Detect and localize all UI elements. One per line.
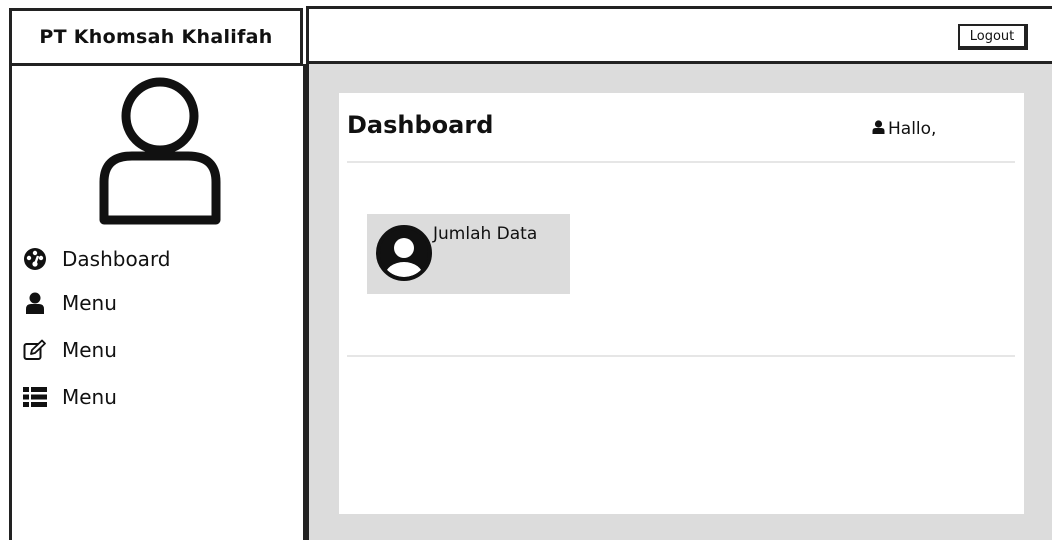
edit-icon — [22, 337, 48, 363]
stat-card-label: Jumlah Data — [433, 224, 538, 244]
page-title: Dashboard — [347, 111, 494, 139]
dashboard-gauge-icon — [22, 246, 48, 272]
sidebar-item-label: Menu — [62, 385, 117, 409]
user-avatar-icon — [92, 74, 228, 230]
list-icon — [22, 384, 48, 410]
user-icon — [22, 290, 48, 316]
greeting: Hallo, — [872, 119, 936, 139]
user-icon — [872, 119, 885, 139]
logout-button[interactable]: Logout — [958, 24, 1028, 50]
dashboard-panel: Dashboard Hallo, Jumlah Data — [339, 93, 1024, 514]
sidebar-item-menu-list[interactable]: Menu — [22, 382, 117, 412]
company-name: PT Khomsah Khalifah — [39, 26, 273, 48]
user-circle-icon — [375, 224, 433, 286]
sidebar-item-menu-user[interactable]: Menu — [22, 288, 117, 318]
sidebar-item-label: Menu — [62, 291, 117, 315]
sidebar-item-menu-edit[interactable]: Menu — [22, 335, 117, 365]
sidebar-item-label: Dashboard — [62, 247, 171, 271]
sidebar-item-dashboard[interactable]: Dashboard — [22, 244, 171, 274]
top-bar: Logout — [306, 6, 1052, 64]
sidebar-header: PT Khomsah Khalifah — [9, 8, 303, 66]
greeting-text: Hallo, — [888, 119, 937, 139]
sidebar: Dashboard Menu Menu Menu — [9, 64, 306, 540]
divider — [347, 161, 1015, 163]
stat-card-jumlah-data[interactable]: Jumlah Data — [367, 214, 570, 294]
sidebar-item-label: Menu — [62, 338, 117, 362]
divider — [347, 355, 1015, 357]
